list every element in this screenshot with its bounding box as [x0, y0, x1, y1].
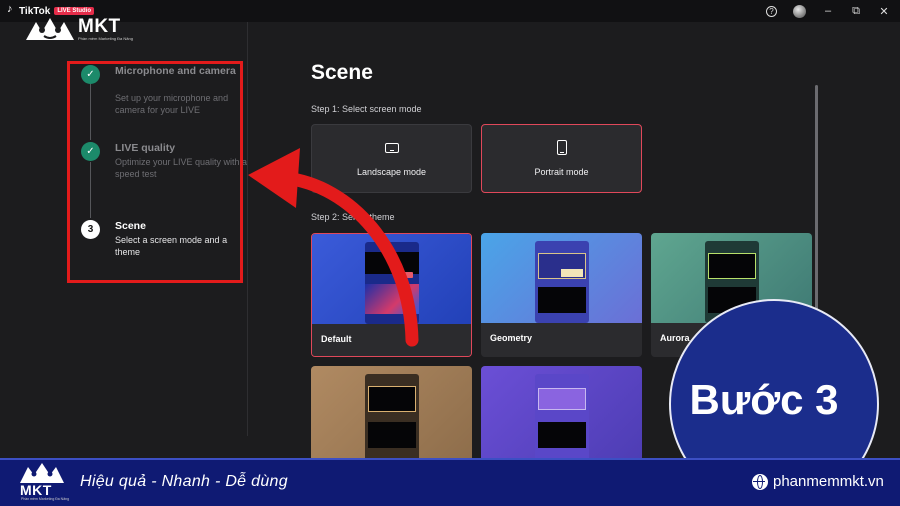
step1-label: Step 1: Select screen mode — [311, 104, 422, 114]
scrollbar[interactable] — [815, 85, 818, 335]
tiktok-note-icon — [7, 3, 16, 16]
page-title: Scene — [311, 61, 373, 84]
portrait-mode-card[interactable]: Portrait mode — [481, 124, 642, 193]
step2-label: Step 2: Select theme — [311, 212, 395, 222]
theme-card-geometry[interactable]: Geometry — [481, 233, 642, 357]
banner-mkt-logo: MKT Phần mềm Marketing Đa Năng — [18, 462, 70, 504]
title-bar: TikTok LIVE Studio ? – ⧉ ✕ — [0, 0, 900, 22]
theme-card-default[interactable]: Default — [311, 233, 472, 357]
maximize-button[interactable]: ⧉ — [850, 5, 862, 18]
banner-website[interactable]: phanmemmkt.vn — [752, 473, 884, 490]
phone-preview — [364, 242, 419, 324]
step-badge-text: Bước 3 — [689, 376, 839, 423]
avatar[interactable] — [793, 4, 806, 18]
portrait-icon — [556, 140, 567, 155]
banner-brand: MKT — [20, 482, 52, 498]
mkt-mascot-icon — [20, 463, 64, 483]
website-text: phanmemmkt.vn — [773, 473, 884, 490]
theme-preview — [481, 233, 642, 323]
banner-tagline: Hiệu quả - Nhanh - Dễ dùng — [80, 473, 288, 490]
theme-name: Aurora — [660, 333, 690, 343]
mode-label: Portrait mode — [534, 167, 589, 177]
tiktok-logo: TikTok LIVE Studio — [7, 3, 94, 17]
phone-preview — [534, 241, 589, 323]
theme-preview — [312, 234, 471, 324]
theme-name: Default — [321, 334, 352, 344]
app-name: TikTok — [19, 5, 51, 17]
banner-slogan: Phần mềm Marketing Đa Năng — [21, 497, 70, 501]
landscape-mode-card[interactable]: Landscape mode — [311, 124, 472, 193]
banner-divider — [0, 458, 900, 460]
live-studio-badge: LIVE Studio — [54, 7, 94, 15]
mode-label: Landscape mode — [356, 167, 427, 177]
close-button[interactable]: ✕ — [878, 5, 890, 18]
highlight-box — [67, 61, 243, 283]
theme-name: Geometry — [490, 333, 533, 343]
globe-icon — [752, 473, 768, 490]
minimize-button[interactable]: – — [822, 5, 834, 17]
help-icon[interactable]: ? — [766, 5, 777, 17]
landscape-icon — [384, 143, 399, 153]
